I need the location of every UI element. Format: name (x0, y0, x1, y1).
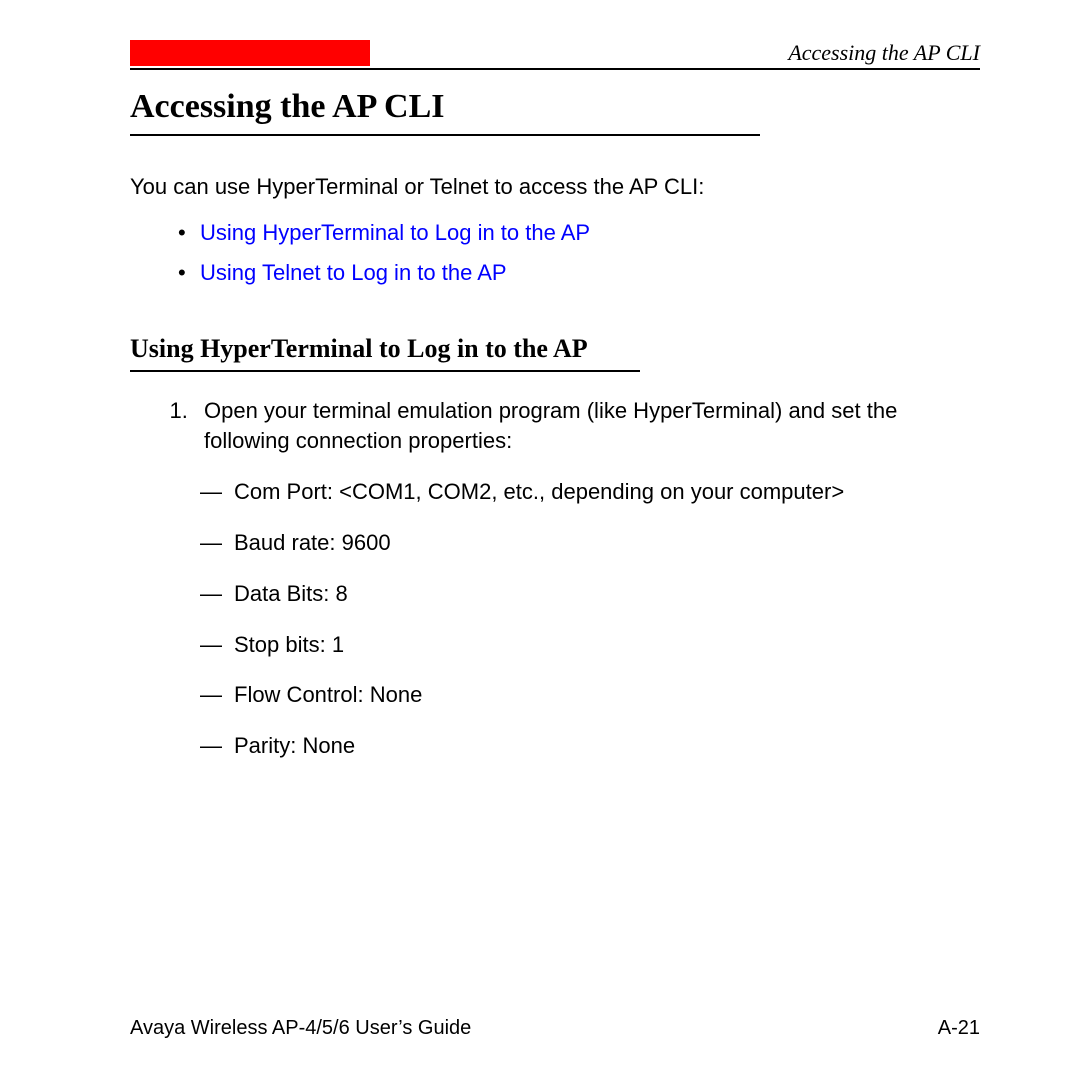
list-item: Using HyperTerminal to Log in to the AP (200, 220, 980, 246)
link-hyperterminal[interactable]: Using HyperTerminal to Log in to the AP (200, 220, 590, 245)
footer-page-number: A-21 (938, 1017, 980, 1040)
footer-guide-name: Avaya Wireless AP-4/5/6 User’s Guide (130, 1017, 471, 1039)
page-title: Accessing the AP CLI (130, 88, 980, 126)
section-heading: Using HyperTerminal to Log in to the AP (130, 334, 980, 364)
link-telnet[interactable]: Using Telnet to Log in to the AP (200, 260, 507, 285)
page-header: Accessing the AP CLI (130, 40, 980, 66)
setting-parity: Parity: None (234, 731, 980, 762)
setting-com-port: Com Port: <COM1, COM2, etc., depending o… (234, 477, 980, 508)
procedure-list: Open your terminal emulation program (li… (130, 396, 980, 762)
brand-color-block (130, 40, 370, 66)
connection-properties-list: Com Port: <COM1, COM2, etc., depending o… (204, 477, 980, 762)
setting-flow-control: Flow Control: None (234, 680, 980, 711)
title-underline (130, 134, 760, 136)
document-page: Accessing the AP CLI Accessing the AP CL… (0, 0, 1080, 1080)
setting-stop-bits: Stop bits: 1 (234, 630, 980, 661)
section-underline (130, 370, 640, 372)
setting-baud-rate: Baud rate: 9600 (234, 528, 980, 559)
setting-data-bits: Data Bits: 8 (234, 579, 980, 610)
step-1-text: Open your terminal emulation program (li… (204, 398, 897, 454)
page-footer: Avaya Wireless AP-4/5/6 User’s Guide A-2… (130, 1017, 980, 1040)
header-divider (130, 68, 980, 70)
intro-paragraph: You can use HyperTerminal or Telnet to a… (130, 172, 980, 202)
list-item: Using Telnet to Log in to the AP (200, 260, 980, 286)
step-1: Open your terminal emulation program (li… (194, 396, 980, 762)
cross-reference-list: Using HyperTerminal to Log in to the AP … (130, 220, 980, 286)
running-header-text: Accessing the AP CLI (788, 40, 980, 66)
